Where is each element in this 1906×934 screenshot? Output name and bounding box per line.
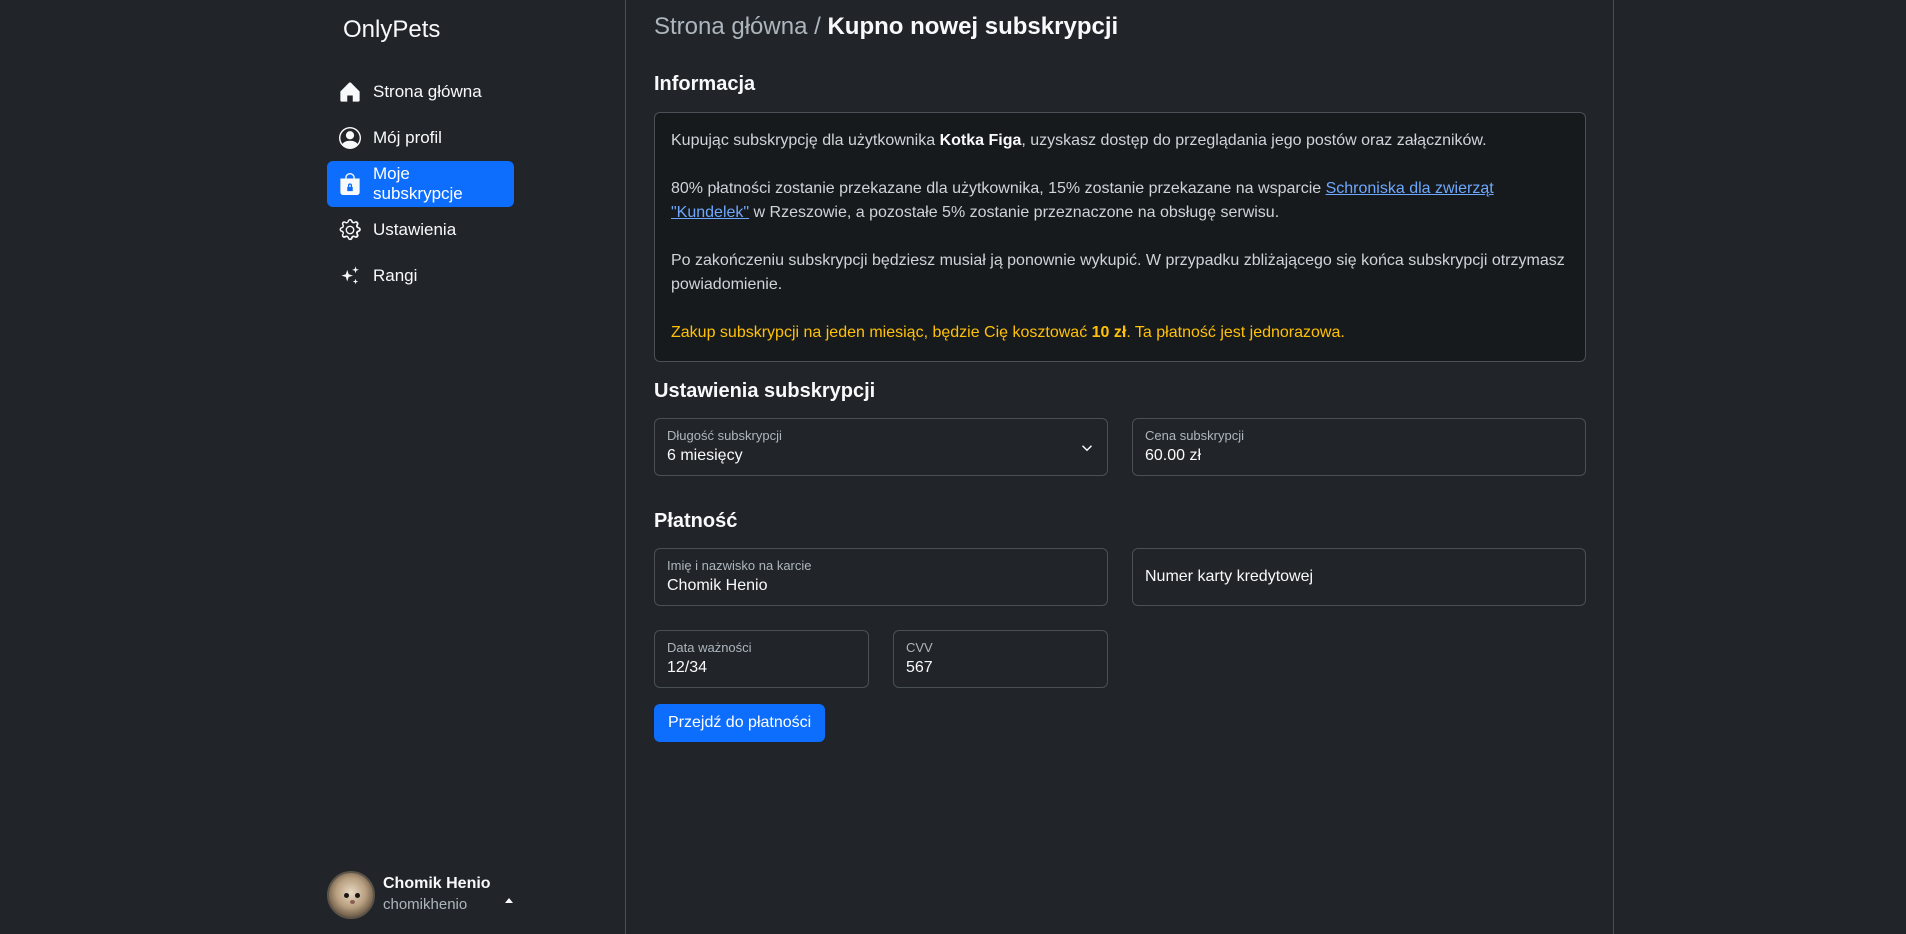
field-label: Cena subskrypcji xyxy=(1145,428,1244,443)
field-label: CVV xyxy=(906,640,933,655)
bag-lock-icon xyxy=(339,173,361,195)
brand-logo[interactable]: OnlyPets xyxy=(343,16,440,44)
field-label: Długość subskrypcji xyxy=(667,428,782,443)
user-handle: chomikhenio xyxy=(383,896,468,913)
breadcrumb-separator: / xyxy=(814,13,821,40)
cvv-field[interactable]: CVV 567 xyxy=(893,630,1108,688)
page-title: Kupno nowej subskrypcji xyxy=(827,13,1119,40)
info-paragraph-3: Po zakończeniu subskrypcji będziesz musi… xyxy=(671,252,1565,293)
sidebar-item-label: Moje subskrypcje xyxy=(373,164,463,203)
sidebar: OnlyPets Strona główna Mój profil Moje s… xyxy=(327,0,625,934)
sidebar-item-label: Mój profil xyxy=(373,128,442,147)
card-number-field[interactable]: Numer karty kredytowej xyxy=(1132,548,1586,606)
sidebar-item-ranks[interactable]: Rangi xyxy=(327,253,514,299)
gear-icon xyxy=(339,219,361,241)
sidebar-item-label: Ustawienia xyxy=(373,220,457,239)
info-heading: Informacja xyxy=(654,73,756,95)
user-menu[interactable]: Chomik Henio chomikhenio xyxy=(327,871,513,919)
field-value: 567 xyxy=(906,659,933,676)
field-label: Data ważności xyxy=(667,640,752,655)
sidebar-item-profile[interactable]: Mój profil xyxy=(327,115,514,161)
info-paragraph-2: 80% płatności zostanie przekazane dla uż… xyxy=(671,180,1494,221)
cardholder-name-field[interactable]: Imię i nazwisko na karcie Chomik Henio xyxy=(654,548,1108,606)
sidebar-item-label: Strona główna xyxy=(373,82,482,101)
info-box: Kupując subskrypcję dla użytkownika Kotk… xyxy=(654,112,1586,362)
proceed-to-payment-button[interactable]: Przejdź do płatności xyxy=(654,704,826,742)
sidebar-nav: Strona główna Mój profil Moje subskrypcj… xyxy=(327,69,514,299)
sidebar-item-home[interactable]: Strona główna xyxy=(327,69,514,115)
settings-heading: Ustawienia subskrypcji xyxy=(654,380,876,402)
field-value: 6 miesięcy xyxy=(667,447,743,464)
field-placeholder: Numer karty kredytowej xyxy=(1145,568,1314,585)
breadcrumb: Strona główna / Kupno nowej subskrypcji xyxy=(654,13,1118,41)
sidebar-item-label: Rangi xyxy=(373,266,418,285)
subscription-length-select[interactable]: Długość subskrypcji 6 miesięcy xyxy=(654,418,1108,476)
divider-left xyxy=(625,0,626,934)
price-notice: Zakup subskrypcji na jeden miesiąc, będz… xyxy=(671,324,1345,341)
sparkles-icon xyxy=(339,265,361,287)
sidebar-item-subscriptions[interactable]: Moje subskrypcje xyxy=(327,161,514,207)
divider-right xyxy=(1613,0,1614,934)
avatar xyxy=(327,871,375,919)
user-circle-icon xyxy=(339,127,361,149)
breadcrumb-home[interactable]: Strona główna xyxy=(654,13,807,40)
sidebar-item-settings[interactable]: Ustawienia xyxy=(327,207,514,253)
chevron-down-icon xyxy=(1081,445,1093,452)
field-value: 60.00 zł xyxy=(1145,447,1202,464)
payment-heading: Płatność xyxy=(654,510,738,532)
info-paragraph-1: Kupując subskrypcję dla użytkownika Kotk… xyxy=(671,132,1487,149)
home-icon xyxy=(339,81,361,103)
caret-up-icon[interactable] xyxy=(504,897,513,903)
field-label: Imię i nazwisko na karcie xyxy=(667,558,812,573)
expiry-date-field[interactable]: Data ważności 12/34 xyxy=(654,630,869,688)
subscription-price-field[interactable]: Cena subskrypcji 60.00 zł xyxy=(1132,418,1586,476)
field-value: Chomik Henio xyxy=(667,577,768,594)
user-name: Chomik Henio xyxy=(383,875,491,892)
field-value: 12/34 xyxy=(667,659,708,676)
